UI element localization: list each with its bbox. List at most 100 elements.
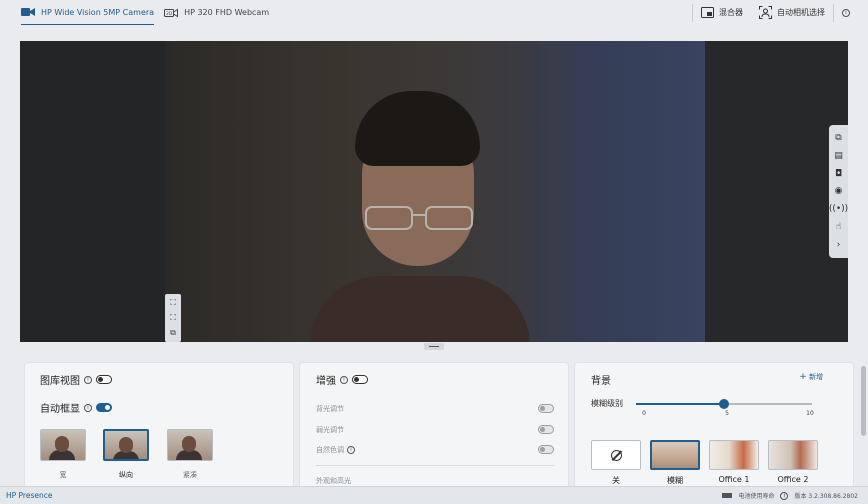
top-right-actions: 混合器 自动相机选择 i [692, 0, 858, 25]
gallery-view-toggle[interactable] [96, 375, 112, 384]
status-right: 电池使用寿命 i 版本 3.2.308.86.2802 [722, 491, 858, 500]
record-icon[interactable]: ◉ [835, 185, 843, 197]
preview-letterbox-left [20, 41, 165, 342]
info-icon[interactable]: i [780, 491, 789, 500]
background-panel: 背景 + 新增 模糊级别 0 5 10 关 模糊 Office 1 Office… [574, 362, 854, 486]
info-icon[interactable]: i [340, 375, 348, 384]
preview-letterbox-right [705, 41, 848, 342]
frame-portrait-thumb[interactable] [103, 429, 149, 461]
background-blur-option[interactable] [650, 440, 700, 470]
frame-tight-thumb[interactable] [167, 429, 213, 461]
appearance-label: 外观和高光 [316, 477, 351, 485]
auto-frame-row: 自动框显 i [40, 400, 112, 415]
tab-hp-wide-vision-camera[interactable]: HP Wide Vision 5MP Camera [21, 0, 155, 25]
blur-level-label: 模糊级别 [591, 399, 623, 408]
blur-slider[interactable] [636, 399, 812, 409]
background-none-option[interactable] [591, 440, 641, 470]
natural-tone-toggle[interactable] [538, 445, 554, 454]
battery-icon [722, 493, 733, 498]
lowlight-label: 弱光调节 [316, 426, 344, 434]
slider-min-label: 0 [642, 410, 646, 417]
background-blur-label: 模糊 [667, 476, 683, 485]
info-icon[interactable]: i [84, 403, 92, 412]
enhance-toggle[interactable] [352, 375, 368, 384]
backlight-label: 背光调节 [316, 405, 344, 413]
background-office1-option[interactable] [709, 440, 759, 470]
slider-fill [636, 403, 724, 405]
info-button[interactable]: i [834, 0, 858, 25]
preview-light [510, 41, 710, 342]
mixer-label: 混合器 [719, 8, 743, 17]
background-none-label: 关 [612, 476, 620, 485]
appearance-row: 外观和高光 [316, 476, 351, 486]
slider-mid-label: 5 [725, 410, 729, 417]
frame-portrait-label: 纵向 [119, 471, 133, 479]
background-title-row: 背景 [591, 372, 611, 387]
glasses [365, 206, 473, 230]
background-office1-label: Office 1 [718, 475, 750, 484]
backlight-row: 背光调节 [316, 404, 344, 414]
divider [316, 465, 554, 466]
person-focus-icon [759, 6, 772, 19]
panel-scrollbar[interactable] [861, 366, 866, 436]
tab-label: HP Wide Vision 5MP Camera [41, 7, 155, 17]
enhance-row: 增强 i [316, 372, 368, 387]
webcam-icon: 2D [164, 8, 179, 17]
background-office2-option[interactable] [768, 440, 818, 470]
camera-icon [21, 8, 35, 16]
chevron-right-icon[interactable]: › [837, 239, 841, 251]
preview-left-toolbar: ⛶ ⛶ ⧉ [165, 294, 181, 342]
copy-icon[interactable]: ⧉ [170, 328, 176, 338]
slider-thumb[interactable] [719, 399, 729, 409]
natural-tone-label: 自然色调 [316, 446, 344, 454]
lowlight-row: 弱光调节 [316, 425, 344, 435]
auto-frame-label: 自动框显 [40, 404, 80, 415]
gallery-panel: 图库视图 i 自动框显 i 宽 纵向 紧凑 [24, 362, 294, 486]
tab-label: HP 320 FHD Webcam [184, 8, 270, 17]
version-label: 版本 3.2.308.86.2802 [794, 493, 858, 500]
auto-camera-select-button[interactable]: 自动相机选择 [751, 0, 833, 25]
backlight-toggle[interactable] [538, 404, 554, 413]
lowlight-toggle[interactable] [538, 425, 554, 434]
person-hair [355, 91, 480, 166]
popout-icon[interactable]: ⧉ [835, 132, 841, 144]
top-bar: HP Wide Vision 5MP Camera 2D HP 320 FHD … [0, 0, 868, 25]
person-in-video [310, 91, 530, 342]
crop-icon[interactable]: ⛶ [170, 298, 176, 308]
status-bar: HP Presence 电池使用寿命 i 版本 3.2.308.86.2802 [0, 486, 868, 504]
info-icon[interactable]: i [84, 375, 92, 384]
app-name: HP Presence [6, 491, 53, 500]
frame-wide-thumb[interactable] [40, 429, 86, 461]
svg-text:2D: 2D [166, 11, 173, 17]
info-icon: i [842, 8, 850, 17]
background-title: 背景 [591, 376, 611, 387]
plus-icon: + [799, 372, 807, 382]
preview-right-toolbar: ⧉ ▤ ◘ ◉ ((•)) ☝ › [829, 125, 848, 258]
snapshot-icon[interactable]: ◘ [835, 168, 842, 180]
auto-frame-toggle[interactable] [96, 403, 112, 412]
mixer-button[interactable]: 混合器 [693, 0, 751, 25]
add-label: 新增 [809, 373, 823, 381]
slider-max-label: 10 [806, 410, 814, 417]
frame-wide-label: 宽 [59, 471, 67, 479]
gesture-icon[interactable]: ☝ [836, 221, 841, 233]
natural-tone-row: 自然色调 i [316, 445, 355, 455]
auto-camera-label: 自动相机选择 [777, 8, 825, 17]
frame-tight-label: 紧凑 [183, 471, 197, 479]
info-icon[interactable]: i [347, 446, 355, 454]
battery-label: 电池使用寿命 [738, 493, 775, 500]
enhance-title: 增强 [316, 376, 336, 387]
gallery-view-label: 图库视图 [40, 376, 80, 387]
person-shirt [310, 276, 530, 342]
gallery-view-row: 图库视图 i [40, 372, 112, 387]
resize-handle[interactable] [424, 343, 444, 350]
picture-in-picture-icon [701, 7, 714, 18]
background-office2-label: Office 2 [777, 475, 809, 484]
tab-hp-320-webcam[interactable]: 2D HP 320 FHD Webcam [164, 0, 269, 25]
camera-preview [20, 41, 848, 342]
enhance-panel: 增强 i 背光调节 弱光调节 自然色调 i 外观和高光 [299, 362, 569, 486]
broadcast-icon[interactable]: ((•)) [829, 203, 848, 215]
save-icon[interactable]: ▤ [834, 150, 843, 162]
add-background-button[interactable]: + 新增 [799, 372, 823, 382]
frame-icon[interactable]: ⛶ [170, 313, 176, 323]
